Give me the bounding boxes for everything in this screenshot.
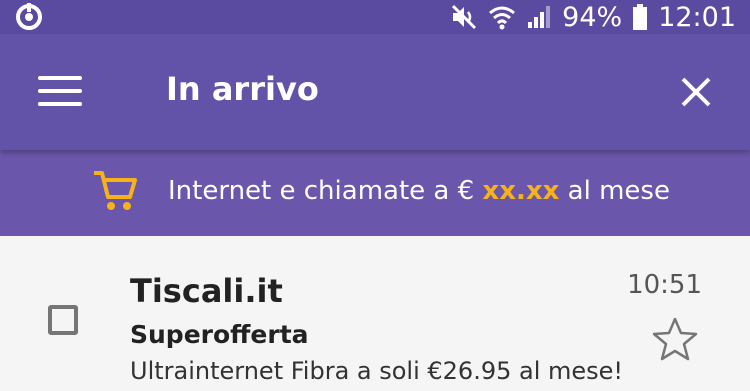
- message-sender: Tiscali.it: [130, 272, 283, 310]
- battery-icon: [633, 4, 648, 30]
- promo-text: Internet e chiamate a € xx.xx al mese: [168, 176, 670, 206]
- message-time: 10:51: [627, 270, 702, 300]
- promo-price: xx.xx: [482, 176, 560, 206]
- status-right: 94% 12:01: [450, 2, 750, 33]
- status-left: [0, 2, 44, 32]
- battery-percent: 94%: [562, 1, 623, 33]
- mute-icon: [452, 4, 477, 30]
- star-icon[interactable]: [652, 316, 698, 362]
- signal-icon: [528, 6, 551, 28]
- message-list-item[interactable]: Tiscali.it Superofferta Ultrainternet Fi…: [0, 236, 750, 391]
- select-checkbox[interactable]: [48, 305, 78, 335]
- close-icon[interactable]: [678, 74, 714, 110]
- wifi-icon: [489, 6, 516, 30]
- menu-icon[interactable]: [38, 76, 82, 108]
- page-title: In arrivo: [166, 70, 319, 108]
- message-preview: Ultrainternet Fibra a soli €26.95 al mes…: [130, 357, 624, 385]
- promo-text-before: Internet e chiamate a €: [168, 176, 483, 206]
- message-subject: Superofferta: [130, 320, 309, 349]
- clock: 12:01: [658, 1, 736, 33]
- cart-icon: [94, 171, 137, 210]
- status-bar: 94% 12:01: [0, 0, 750, 34]
- app-notification-icon: [16, 3, 42, 30]
- promo-banner[interactable]: Internet e chiamate a € xx.xx al mese: [0, 150, 750, 236]
- app-toolbar: In arrivo: [0, 34, 750, 150]
- promo-text-after: al mese: [559, 176, 670, 206]
